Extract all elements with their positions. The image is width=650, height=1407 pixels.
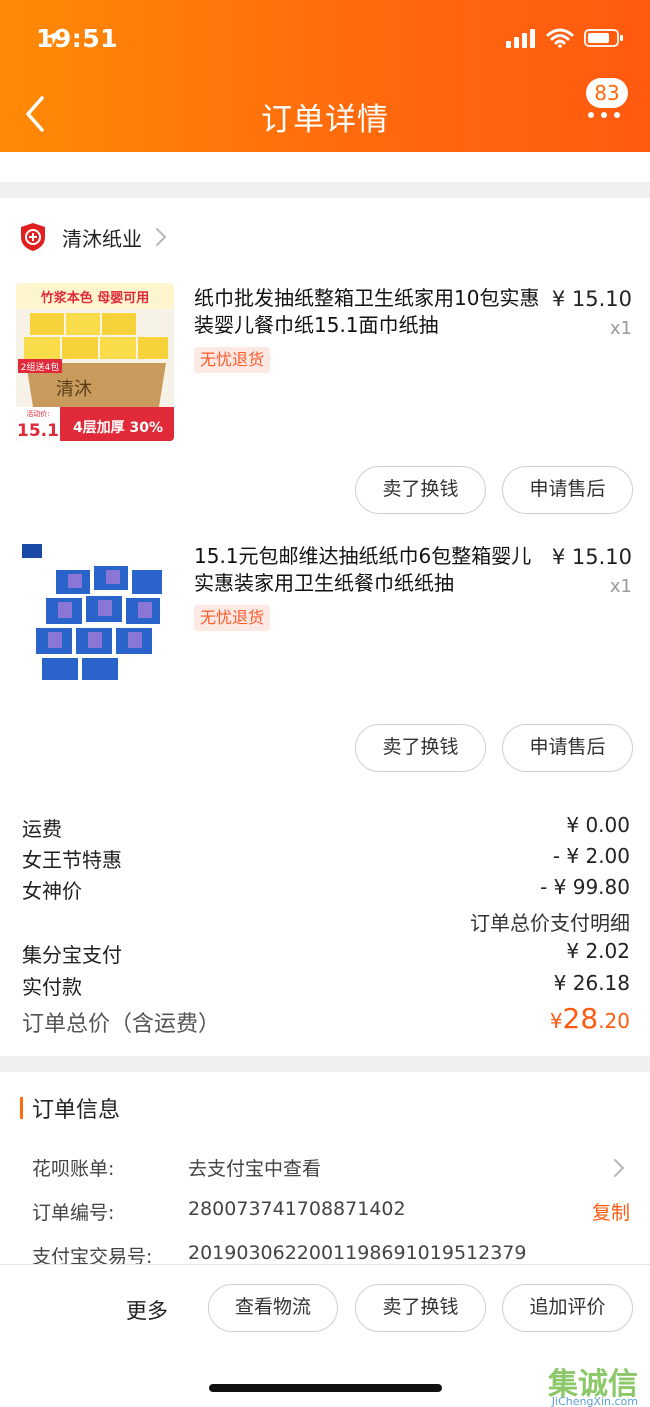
message-count-badge: 83 [586, 78, 628, 108]
cost-label: 运费 [22, 817, 62, 841]
info-value: 去支付宝中查看 [188, 1158, 322, 1180]
cost-value: ¥ 0.00 [566, 813, 630, 837]
special-price-row: 女神价 - ¥ 99.80 [22, 875, 630, 905]
info-key: 花呗账单: [32, 1158, 115, 1180]
wifi-icon [546, 28, 574, 48]
section-accent-bar [20, 1097, 23, 1119]
payment-detail-link[interactable]: 订单总价支付明细 [470, 907, 630, 936]
image-brand-text: 清沐 [56, 379, 92, 400]
header-bar: 19:51 订单详情 83 [0, 0, 650, 152]
image-price: 15.1 [17, 421, 59, 441]
product-quantity: x1 [609, 576, 632, 597]
product-title[interactable]: 纸巾批发抽纸整箱卫生纸家用10包实惠装婴儿餐巾纸15.1面巾纸抽 [194, 285, 544, 339]
status-icons [45, 28, 624, 48]
apply-after-sales-button[interactable]: 申请售后 [502, 724, 633, 772]
view-logistics-button[interactable]: 查看物流 [208, 1284, 338, 1332]
more-button[interactable]: 更多 [126, 1295, 168, 1325]
shop-link[interactable]: 清沐纸业 [20, 220, 168, 254]
actual-payment-row: 实付款 ¥ 26.18 [22, 971, 630, 1001]
apply-after-sales-button[interactable]: 申请售后 [502, 466, 633, 514]
cost-value: - ¥ 99.80 [540, 875, 630, 899]
cost-label: 女王节特惠 [22, 848, 122, 872]
shop-name: 清沐纸业 [62, 226, 142, 251]
product-price: ¥ 15.10 [551, 287, 632, 311]
copy-button[interactable]: 复制 [592, 1198, 630, 1225]
sell-for-cash-button[interactable]: 卖了换钱 [355, 466, 486, 514]
points-payment-row: 集分宝支付 ¥ 2.02 [22, 939, 630, 969]
image-promo-text: 2组送4包 [21, 361, 59, 373]
sell-for-cash-button[interactable]: 卖了换钱 [355, 1284, 486, 1332]
info-key: 订单编号: [32, 1202, 115, 1224]
image-price-label: 活动价: [26, 409, 49, 418]
huabei-bill-row[interactable]: 花呗账单: 去支付宝中查看 [32, 1154, 630, 1184]
image-layers-text: 4层加厚 30% [73, 420, 163, 436]
section-divider [0, 182, 650, 198]
trade-number: 2019030622001198691019512379 [188, 1242, 527, 1264]
alipay-trade-row: 支付宝交易号: 2019030622001198691019512379 [32, 1242, 630, 1264]
return-tag: 无忧退货 [194, 347, 271, 373]
cost-label: 女神价 [22, 879, 82, 903]
order-info-title: 订单信息 [32, 1098, 121, 1123]
signal-icon [506, 29, 535, 48]
image-banner-text: 竹浆本色 母婴可用 [40, 290, 150, 306]
product-title[interactable]: 15.1元包邮维达抽纸纸巾6包整箱婴儿实惠装家用卫生纸餐巾纸纸抽 [194, 543, 544, 597]
discount-row: 女王节特惠 - ¥ 2.00 [22, 844, 630, 874]
home-indicator[interactable] [209, 1384, 442, 1392]
add-review-button[interactable]: 追加评价 [502, 1284, 633, 1332]
cost-value: ¥ 2.02 [566, 939, 630, 963]
cost-value: ¥ 26.18 [553, 971, 630, 995]
cost-label: 实付款 [22, 975, 82, 999]
cost-value: - ¥ 2.00 [552, 844, 630, 868]
location-arrow-icon [45, 31, 59, 45]
order-total-row: 订单总价（含运费） ¥28.20 [22, 1002, 630, 1040]
chevron-right-icon [156, 228, 167, 246]
shipping-fee-row: 运费 ¥ 0.00 [22, 813, 630, 843]
page-title: 订单详情 [261, 102, 389, 138]
watermark-logo: 集诚信 JiChengXin.com [548, 1367, 638, 1407]
total-value: ¥28.20 [549, 1002, 630, 1035]
cost-label: 集分宝支付 [22, 943, 122, 967]
more-menu-button[interactable]: 83 [586, 78, 632, 124]
info-key: 支付宝交易号: [32, 1246, 153, 1264]
bottom-action-bar: 更多 查看物流 卖了换钱 追加评价 集诚信 JiChengXin.com [0, 1264, 650, 1407]
battery-icon [584, 29, 623, 47]
product-price: ¥ 15.10 [551, 545, 632, 569]
product-image[interactable]: 竹浆本色 母婴可用 2组送4包 清沐 活动价: 15.1 4层加厚 30% [16, 283, 174, 441]
sell-for-cash-button[interactable]: 卖了换钱 [355, 724, 486, 772]
order-number-row: 订单编号: 280073741708871402 复制 [32, 1198, 630, 1228]
product-quantity: x1 [609, 318, 632, 339]
section-divider [0, 1056, 650, 1072]
payment-detail-row[interactable]: 订单总价支付明细 [22, 907, 630, 937]
enterprise-shield-icon [21, 223, 45, 251]
chevron-right-icon [614, 1159, 625, 1177]
product-image[interactable] [16, 540, 174, 698]
order-number: 280073741708871402 [188, 1198, 406, 1220]
more-dots-icon [588, 112, 620, 118]
total-label: 订单总价（含运费） [22, 1012, 221, 1037]
return-tag: 无忧退货 [194, 605, 271, 631]
